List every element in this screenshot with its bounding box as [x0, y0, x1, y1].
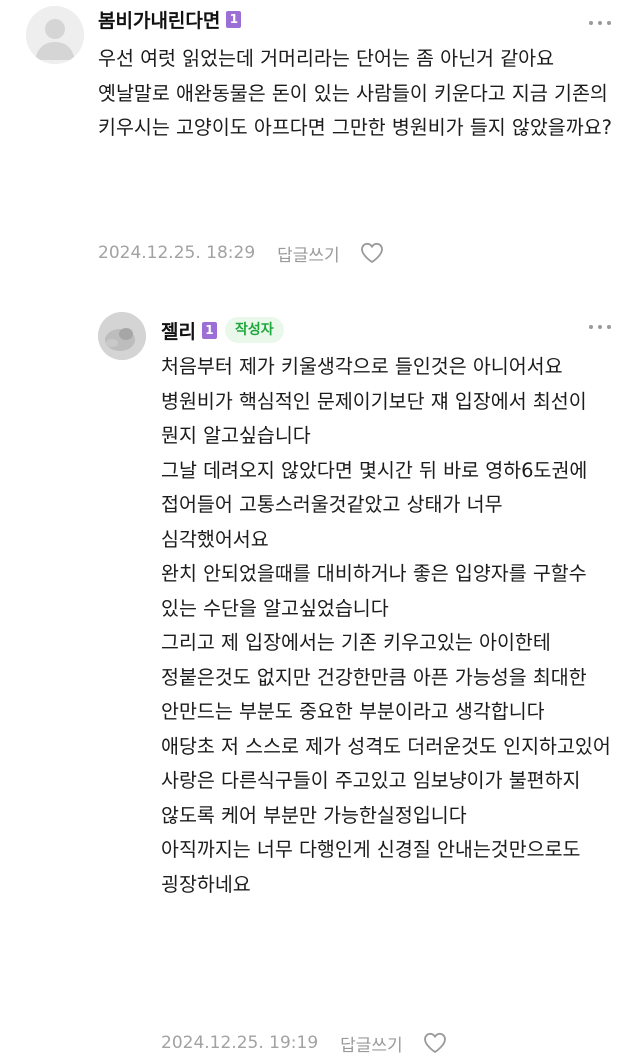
comment-text: 우선 여럿 읽었는데 거머리라는 단어는 좀 아닌거 같아요 옛날말로 애완동물…: [98, 47, 612, 139]
comment-header: 봄비가내린다면 1: [98, 5, 242, 33]
reply-button[interactable]: 답글쓰기: [340, 1031, 403, 1056]
nickname[interactable]: 젤리: [161, 317, 196, 344]
more-dots-icon[interactable]: [586, 317, 614, 337]
avatar[interactable]: [98, 312, 146, 360]
heart-outline-icon[interactable]: [360, 242, 384, 264]
comment-meta: 2024.12.25. 19:19 답글쓰기: [161, 1028, 447, 1058]
default-avatar-icon: [26, 6, 84, 64]
level-badge: 1: [201, 321, 217, 339]
timestamp: 2024.12.25. 18:29: [98, 243, 256, 263]
reply-button[interactable]: 답글쓰기: [277, 241, 340, 266]
timestamp: 2024.12.25. 19:19: [161, 1033, 319, 1053]
comment-text: 처음부터 제가 키울생각으로 들인것은 아니어서요 병원비가 핵심적인 문제이기…: [161, 355, 611, 896]
author-badge: 작성자: [224, 317, 284, 343]
comment-header: 젤리 1 작성자: [161, 315, 284, 345]
user-photo-avatar-icon: [98, 312, 146, 360]
more-dots-icon[interactable]: [586, 13, 614, 33]
heart-outline-icon[interactable]: [423, 1032, 447, 1054]
level-badge: 1: [226, 10, 242, 28]
nickname[interactable]: 봄비가내린다면: [98, 6, 220, 33]
avatar[interactable]: [26, 6, 84, 64]
comment-meta: 2024.12.25. 18:29 답글쓰기: [98, 238, 384, 268]
